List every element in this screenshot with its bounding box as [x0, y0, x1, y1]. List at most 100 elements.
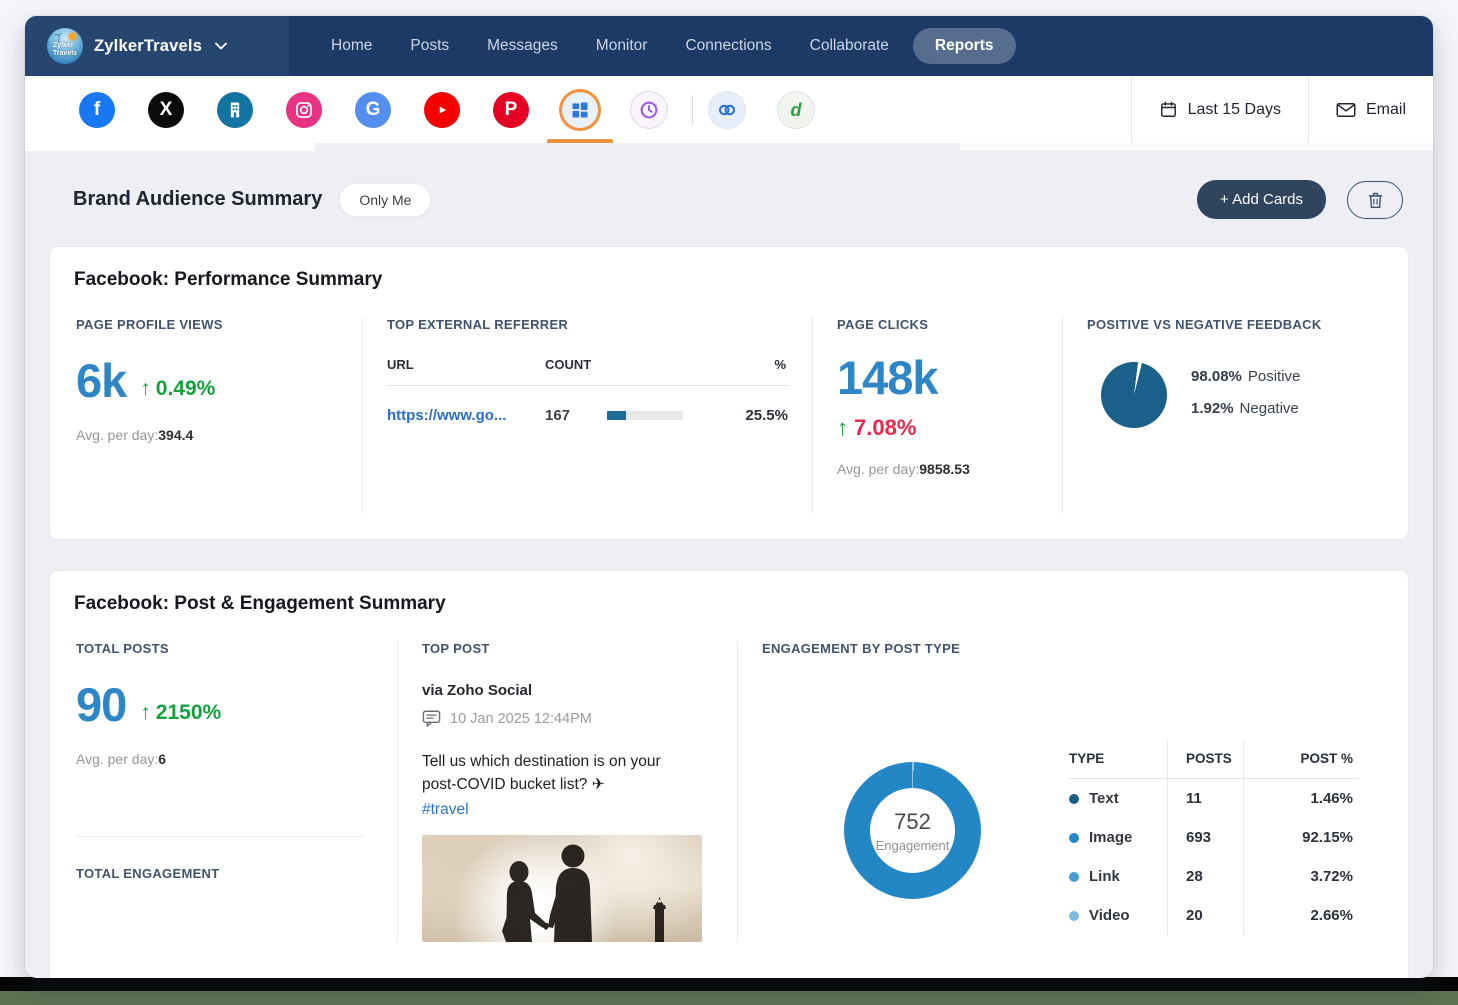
app-window: Zylker Travels ZylkerTravels Home Posts M… — [25, 16, 1433, 978]
post-text: Tell us which destination is on your pos… — [422, 751, 684, 822]
clock-icon — [640, 101, 659, 118]
pct-value: 2.66% — [1243, 896, 1359, 935]
type-label: Text — [1089, 790, 1119, 807]
hashtag-link[interactable]: #travel — [422, 799, 684, 822]
facebook-pages-icon[interactable] — [217, 91, 253, 128]
col-header-posts: POSTS — [1167, 740, 1243, 779]
col-header-post-pct: POST % — [1243, 740, 1359, 779]
col-header-count: COUNT — [545, 357, 592, 372]
top-post-section: TOP POST via Zoho Social 10 Jan 2025 12:… — [398, 641, 738, 942]
brand-reports-icon-selected[interactable] — [562, 91, 598, 128]
logo-palm-icon — [54, 33, 63, 42]
positive-label: Positive — [1247, 368, 1301, 385]
post-image[interactable] — [422, 834, 702, 942]
posts-value: 28 — [1167, 857, 1243, 896]
avg-per-day: Avg. per day:9858.53 — [837, 461, 970, 478]
posts-value: 693 — [1167, 818, 1243, 857]
date-range-button[interactable]: Last 15 Days — [1130, 76, 1308, 143]
nav-item-reports[interactable]: Reports — [912, 28, 1016, 64]
col-header-url: URL — [387, 357, 414, 372]
section-label: PAGE PROFILE VIEWS — [76, 317, 223, 332]
referrer-count: 167 — [545, 407, 571, 424]
table-row: Video 20 2.66% — [1069, 896, 1359, 935]
youtube-icon[interactable] — [424, 91, 460, 128]
up-arrow-icon: ↑ — [837, 415, 848, 441]
post-type-table: TYPE POSTS POST % Text 11 1.46% Image 69… — [1069, 740, 1359, 935]
facebook-icon[interactable]: f — [79, 91, 115, 128]
donut-total: 752 — [894, 808, 931, 834]
post-engagement-summary-card: Facebook: Post & Engagement Summary TOTA… — [49, 570, 1409, 978]
profile-views-value: 6k — [76, 354, 127, 407]
posts-value: 20 — [1167, 896, 1243, 935]
zoho-desk-icon[interactable]: d — [778, 91, 814, 128]
add-cards-button[interactable]: + Add Cards — [1197, 180, 1326, 219]
email-button[interactable]: Email — [1307, 76, 1433, 143]
table-row: Image 693 92.15% — [1069, 818, 1359, 857]
envelope-icon — [1336, 102, 1356, 117]
date-range-label: Last 15 Days — [1187, 100, 1281, 118]
nav-item-messages[interactable]: Messages — [473, 28, 572, 64]
page-clicks-section: PAGE CLICKS 148k ↑ 7.08% Avg. per day:98… — [813, 317, 1063, 513]
avg-per-day: Avg. per day:394.4 — [76, 427, 194, 444]
type-label: Image — [1089, 829, 1133, 846]
x-twitter-icon[interactable]: X — [148, 91, 184, 128]
type-label: Video — [1089, 907, 1130, 924]
table-row: Text 11 1.46% — [1069, 779, 1359, 818]
page-clicks-value: 148k — [837, 351, 939, 404]
nav-item-posts[interactable]: Posts — [396, 28, 463, 64]
pinterest-icon[interactable]: P — [493, 91, 529, 128]
section-label: TOP EXTERNAL REFERRER — [387, 317, 569, 332]
feedback-legend: 98.08% Positive 1.92% Negative — [1191, 362, 1300, 432]
total-posts-value: 90 — [76, 678, 127, 731]
instagram-icon[interactable] — [286, 91, 322, 128]
section-label: POSITIVE VS NEGATIVE FEEDBACK — [1087, 317, 1322, 332]
brand-name: ZylkerTravels — [94, 36, 203, 55]
nav-item-home[interactable]: Home — [317, 28, 386, 64]
profile-views-delta: 0.49% — [155, 377, 216, 401]
linked-rings-icon — [718, 104, 736, 115]
negative-value: 1.92% — [1191, 400, 1234, 417]
card-title: Facebook: Post & Engagement Summary — [74, 593, 446, 614]
facebook-glyph: f — [93, 99, 101, 120]
dashboard-grid-icon — [572, 102, 588, 117]
total-engagement-label: TOTAL ENGAGEMENT — [76, 866, 220, 882]
performance-summary-card: Facebook: Performance Summary PAGE PROFI… — [49, 246, 1409, 540]
zoho-pulse-icon[interactable] — [631, 91, 667, 128]
network-icon-bar: f X G P d Last 15 Days Email — [25, 76, 1433, 143]
section-label: TOP POST — [422, 641, 490, 656]
silhouette-art — [502, 844, 666, 942]
referrer-row: https://www.go... 167 25.5% — [387, 407, 788, 424]
engagement-donut: 752 Engagement — [844, 762, 981, 899]
google-business-icon[interactable]: G — [355, 91, 391, 128]
iconbar-divider — [692, 94, 693, 125]
total-posts-delta: 2150% — [155, 701, 222, 725]
post-source: via Zoho Social — [422, 682, 533, 699]
section-label: TOTAL POSTS — [76, 641, 169, 656]
pct-value: 3.72% — [1243, 857, 1359, 896]
referrer-bar-fill — [607, 411, 627, 420]
desk-glyph: d — [790, 99, 802, 120]
x-glyph: X — [159, 99, 173, 120]
referrer-url-link[interactable]: https://www.go... — [387, 407, 545, 424]
section-divider — [76, 836, 363, 838]
zoho-crm-icon[interactable] — [709, 91, 745, 128]
brand-switcher[interactable]: Zylker Travels ZylkerTravels — [25, 16, 289, 76]
page-title: Brand Audience Summary — [73, 188, 323, 210]
delete-dashboard-button[interactable] — [1347, 180, 1403, 219]
feedback-pie — [1101, 362, 1167, 428]
negative-label: Negative — [1239, 400, 1299, 417]
selected-network-underline — [547, 139, 613, 143]
col-header-type: TYPE — [1069, 740, 1167, 779]
nav-item-connections[interactable]: Connections — [671, 28, 785, 64]
top-external-referrer-section: TOP EXTERNAL REFERRER URL COUNT % https:… — [363, 317, 813, 513]
section-label: PAGE CLICKS — [837, 317, 929, 332]
donut-caption: Engagement — [875, 837, 950, 853]
post-date-row: 10 Jan 2025 12:44PM — [422, 710, 713, 727]
up-arrow-icon: ↑ — [140, 701, 151, 725]
visibility-badge[interactable]: Only Me — [339, 182, 432, 217]
nav-item-monitor[interactable]: Monitor — [582, 28, 662, 64]
main-menu: Home Posts Messages Monitor Connections … — [317, 16, 1016, 76]
type-table-header: TYPE POSTS POST % — [1069, 740, 1359, 779]
total-posts-section: TOTAL POSTS 90 ↑ 2150% Avg. per day:6 TOT… — [74, 641, 398, 942]
nav-item-collaborate[interactable]: Collaborate — [796, 28, 903, 64]
